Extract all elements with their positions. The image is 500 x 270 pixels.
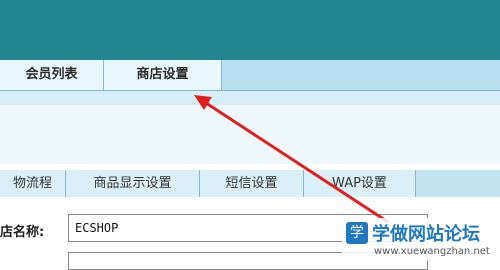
watermark-logo-icon: 学: [346, 222, 368, 244]
watermark-url: www.xuewangzhan.net: [374, 246, 490, 257]
watermark-title: 学做网站论坛: [372, 224, 480, 245]
watermark: 学 学做网站论坛 www.xuewangzhan.net: [342, 218, 500, 261]
